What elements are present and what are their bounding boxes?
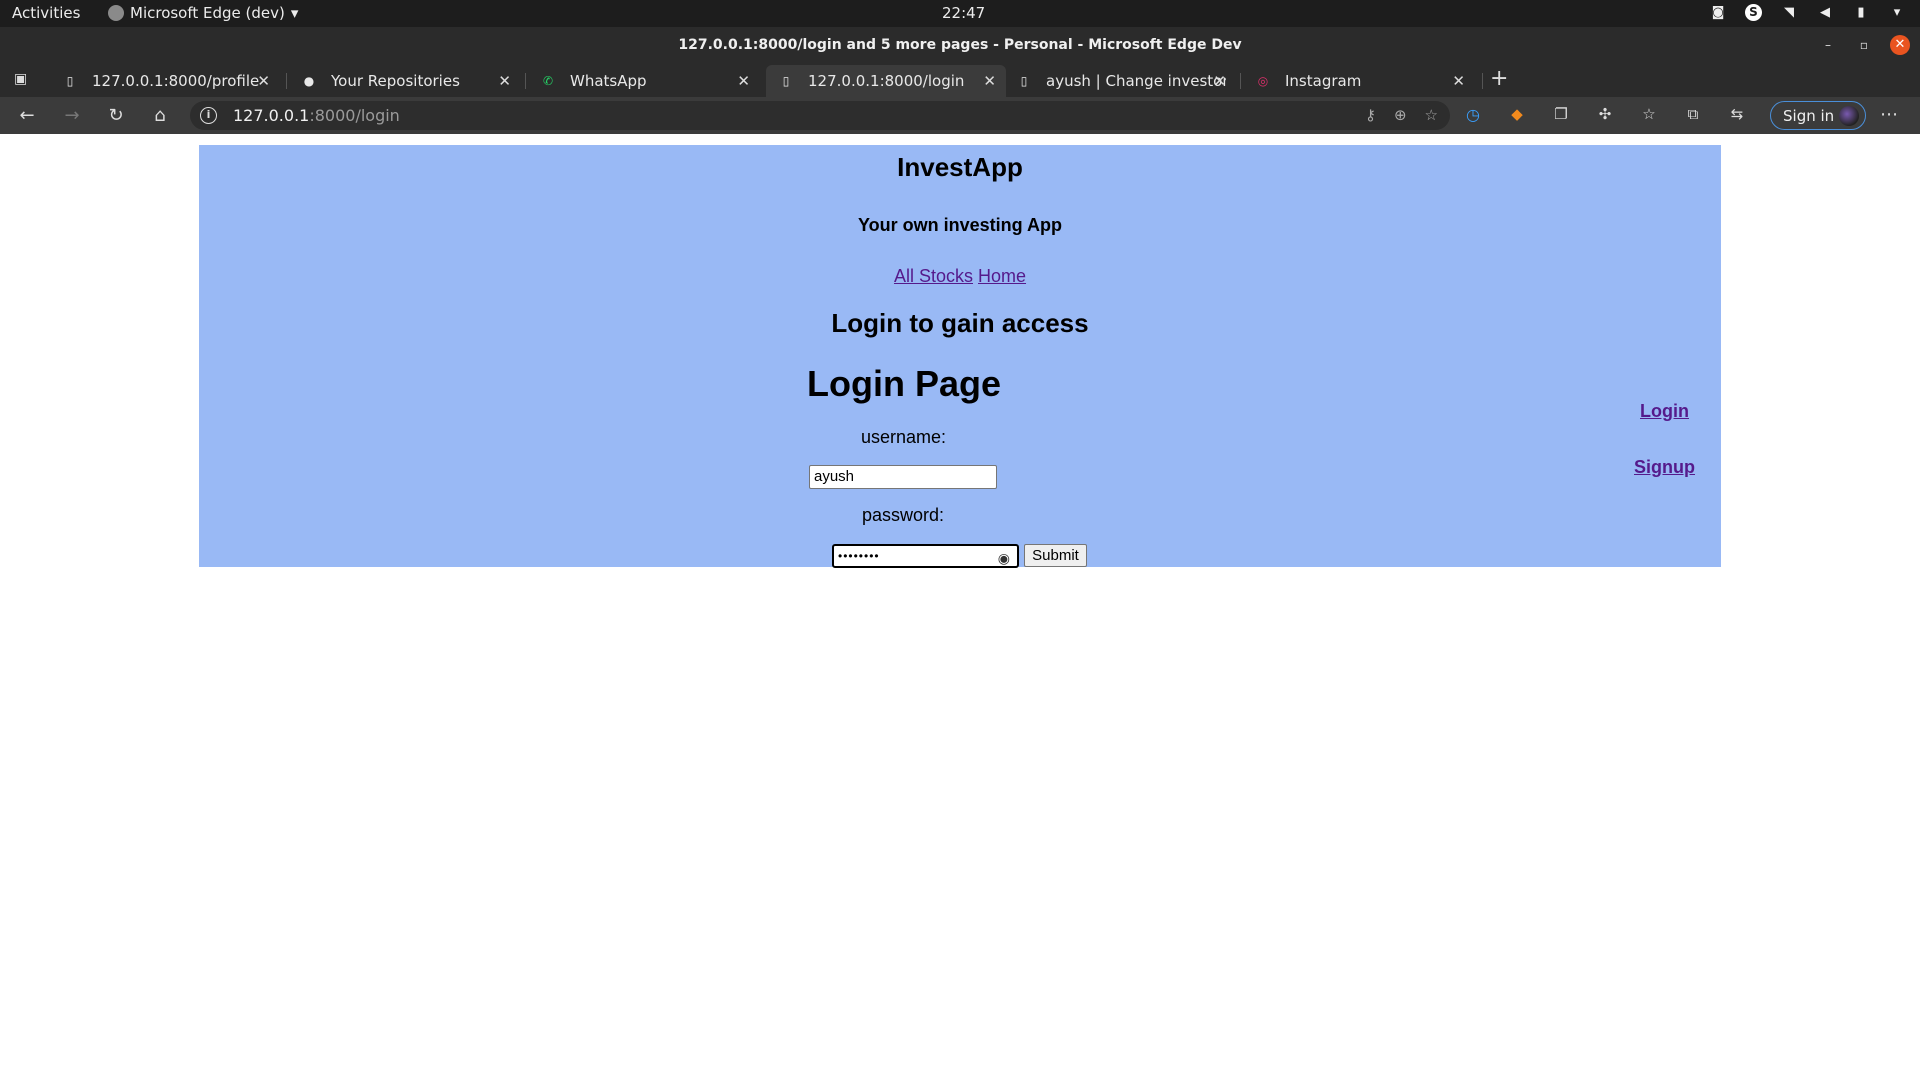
chevron-down-icon: ▾ — [290, 4, 299, 22]
close-tab-icon[interactable]: ✕ — [498, 72, 511, 90]
tab-change-investor[interactable]: ▯ ayush | Change investor | ✕ — [1004, 65, 1236, 97]
tab-actions-icon[interactable]: ▣ — [14, 71, 32, 89]
wifi-icon[interactable]: ◥ — [1780, 3, 1798, 21]
password-label: password: — [862, 505, 945, 525]
skype-icon[interactable]: S — [1745, 3, 1762, 21]
tab-label: 127.0.0.1:8000/login — [808, 72, 965, 90]
tab-login[interactable]: ▯ 127.0.0.1:8000/login ✕ — [766, 65, 1006, 97]
sign-in-button[interactable]: Sign in — [1770, 101, 1866, 130]
tab-whatsapp[interactable]: ✆ WhatsApp ✕ — [528, 65, 760, 97]
zoom-icon[interactable]: ⊕ — [1394, 106, 1407, 124]
close-window-icon[interactable]: ✕ — [1890, 35, 1910, 55]
tab-separator — [1240, 73, 1241, 89]
close-tab-icon[interactable]: ✕ — [737, 72, 750, 90]
restore-icon[interactable]: ▫ — [1854, 35, 1874, 55]
url-path: :8000/login — [309, 106, 400, 125]
login-page-title: Login Page — [807, 363, 1002, 404]
refresh-icon[interactable]: ↻ — [104, 103, 128, 127]
tab-label: Your Repositories — [331, 72, 460, 90]
close-tab-icon[interactable]: ✕ — [983, 72, 996, 90]
home-link[interactable]: Home — [978, 266, 1026, 286]
favorites-icon[interactable]: ☆ — [1638, 103, 1660, 125]
power-menu-icon[interactable]: ▾ — [1888, 3, 1906, 21]
github-icon: ● — [303, 74, 315, 88]
section-heading: Login to gain access — [831, 308, 1089, 338]
close-tab-icon[interactable]: ✕ — [1452, 72, 1465, 90]
tab-separator — [1482, 73, 1483, 89]
discord-icon[interactable]: ◙ — [1709, 3, 1727, 21]
metamask-icon[interactable]: ◆ — [1506, 103, 1528, 125]
url-host: 127.0.0.1 — [233, 106, 310, 125]
site-nav: All Stocks Home — [199, 266, 1721, 287]
key-icon[interactable]: ⚷ — [1365, 106, 1376, 124]
tab-separator — [525, 73, 526, 89]
tab-label: 127.0.0.1:8000/profile — [92, 72, 260, 90]
home-icon[interactable]: ⌂ — [148, 103, 172, 127]
url-text[interactable]: 127.0.0.1:8000/login — [233, 106, 400, 125]
extension-cards-icon[interactable]: ❐ — [1550, 103, 1572, 125]
tab-your-repositories[interactable]: ● Your Repositories ✕ — [289, 65, 521, 97]
site-info-icon[interactable]: i — [200, 107, 217, 124]
edge-app-icon — [108, 5, 124, 21]
signup-link[interactable]: Signup — [1634, 457, 1695, 478]
system-tray[interactable]: ◙ S ◥ ◀ ▮ ▾ — [1709, 3, 1906, 21]
extensions-puzzle-icon[interactable]: ✣ — [1594, 103, 1616, 125]
battery-icon[interactable]: ▮ — [1852, 3, 1870, 21]
more-options-icon[interactable]: ⋯ — [1880, 104, 1898, 125]
tab-label: ayush | Change investor | — [1046, 72, 1226, 90]
site-tagline: Your own investing App — [858, 215, 1062, 235]
page-icon: ▯ — [782, 74, 790, 88]
sign-in-label: Sign in — [1783, 106, 1835, 125]
volume-icon[interactable]: ◀ — [1816, 3, 1834, 21]
close-tab-icon[interactable]: ✕ — [257, 72, 270, 90]
window-title: 127.0.0.1:8000/login and 5 more pages - … — [678, 37, 1242, 53]
share-icon[interactable]: ⇆ — [1726, 103, 1748, 125]
minimize-icon[interactable]: – — [1818, 35, 1838, 55]
reveal-password-icon[interactable]: ◉ — [998, 548, 1011, 568]
tab-instagram[interactable]: ◎ Instagram ✕ — [1243, 65, 1475, 97]
password-input[interactable]: •••••••• ◉ — [832, 544, 1019, 568]
web-page: InvestApp Your own investing App All Sto… — [0, 134, 1920, 1080]
window-title-bar: 127.0.0.1:8000/login and 5 more pages - … — [0, 27, 1920, 63]
submit-button[interactable]: Submit — [1024, 544, 1087, 567]
tab-separator — [286, 73, 287, 89]
close-tab-icon[interactable]: ✕ — [1213, 72, 1226, 90]
content-panel: InvestApp Your own investing App All Sto… — [199, 145, 1721, 568]
site-title: InvestApp — [897, 152, 1023, 182]
page-icon: ▯ — [66, 74, 74, 88]
extensions-toolbar: ◷ ◆ ❐ ✣ ☆ ⧉ ⇆ — [1462, 103, 1748, 125]
collections-icon[interactable]: ⧉ — [1682, 103, 1704, 125]
tab-profile[interactable]: ▯ 127.0.0.1:8000/profile ✕ — [50, 65, 280, 97]
clock[interactable]: 22:47 — [942, 4, 985, 22]
all-stocks-link[interactable]: All Stocks — [894, 266, 973, 286]
new-tab-icon[interactable]: + — [1490, 66, 1508, 91]
system-top-bar: Activities Microsoft Edge (dev) ▾ 22:47 … — [0, 0, 1920, 27]
tab-label: WhatsApp — [570, 72, 647, 90]
avatar — [1839, 106, 1859, 126]
username-input[interactable]: ayush — [809, 465, 997, 489]
tab-label: Instagram — [1285, 72, 1362, 90]
app-menu[interactable]: Microsoft Edge (dev) ▾ — [108, 4, 298, 22]
back-arrow-icon[interactable]: ← — [15, 103, 39, 127]
page-icon: ▯ — [1020, 74, 1028, 88]
whatsapp-icon: ✆ — [542, 74, 554, 88]
extension-clock-icon[interactable]: ◷ — [1462, 103, 1484, 125]
tab-strip: ▣ ▯ 127.0.0.1:8000/profile ✕ ● Your Repo… — [0, 63, 1920, 97]
address-bar[interactable]: i 127.0.0.1:8000/login ⚷ ⊕ ☆ — [190, 101, 1450, 130]
password-mask: •••••••• — [838, 549, 880, 563]
add-favorite-icon[interactable]: ☆ — [1425, 106, 1438, 124]
username-label: username: — [861, 427, 947, 447]
instagram-icon: ◎ — [1257, 74, 1269, 88]
forward-arrow-icon[interactable]: → — [60, 103, 84, 127]
activities-button[interactable]: Activities — [12, 4, 80, 22]
login-link[interactable]: Login — [1640, 401, 1689, 422]
app-menu-label: Microsoft Edge (dev) — [130, 4, 285, 22]
